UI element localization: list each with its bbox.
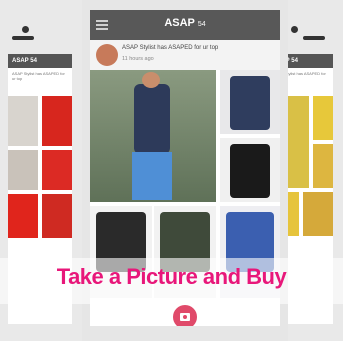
product-thumb[interactable] [8,150,38,190]
product-thumb[interactable] [8,96,38,146]
hero-look[interactable] [90,70,216,202]
app-brand: ASAP 54 [90,17,280,29]
skirt-shape [132,152,172,200]
camera-lens [183,315,187,319]
avatar[interactable] [96,44,118,66]
tagline: Take a Picture and Buy [56,264,287,289]
feed-time: 11 hours ago [122,56,154,62]
product-thumb[interactable] [303,192,333,236]
feed-item[interactable]: ASAP Stylist has ASAPED for ur top 11 ho… [90,40,280,70]
brand-number: 54 [197,21,206,28]
speaker-slot [303,36,325,40]
promo-stage: ASAP 54 ASAP Stylist has ASAPED for ur t… [0,0,343,341]
model-head [142,72,160,88]
jacket-shape [230,144,270,198]
jacket-shape [230,76,270,130]
product-thumb[interactable] [220,70,280,134]
left-phone-feed: ASAP Stylist has ASAPED for ur top [12,71,65,81]
feed-text: ASAP Stylist has ASAPED for ur top [122,45,219,51]
speaker-slot [12,36,34,40]
product-thumb[interactable] [313,144,333,188]
app-topbar: ASAP 54 [90,10,280,40]
left-phone-header: ASAP 54 [8,54,72,68]
camera-dot [22,26,29,33]
product-thumb[interactable] [42,96,72,146]
product-thumb[interactable] [42,150,72,190]
product-thumb[interactable] [8,194,38,238]
product-thumb[interactable] [220,138,280,202]
outfit-shape [134,84,170,154]
camera-dot [291,26,298,33]
product-thumb[interactable] [42,194,72,238]
camera-button[interactable] [171,303,199,326]
brand-name: ASAP [164,17,195,29]
product-thumb[interactable] [313,96,333,140]
